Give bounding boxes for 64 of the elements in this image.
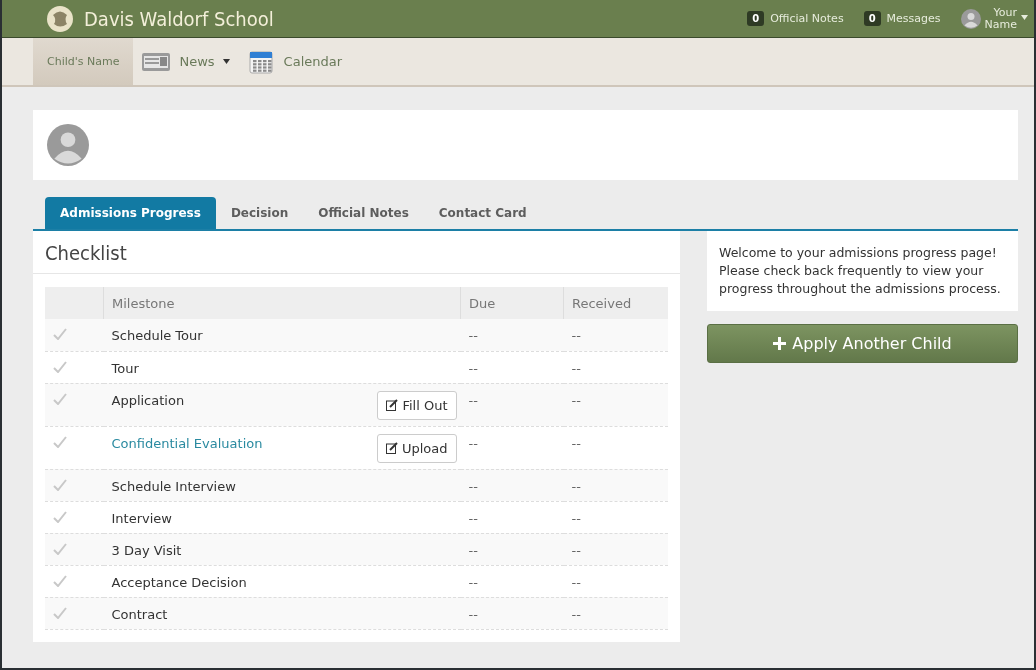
check-icon (53, 510, 67, 523)
count-badge: 0 (863, 11, 881, 26)
column-header: Received (563, 287, 668, 319)
check-icon (53, 542, 67, 555)
nav-item[interactable]: Calendar (237, 38, 351, 85)
welcome-message: Welcome to your admissions progress page! Please check back frequently to view your progress throughout the admissions process. (707, 231, 1018, 311)
received-date: -- (571, 478, 581, 494)
edit-icon (385, 442, 398, 454)
milestone-name: Contract (111, 606, 168, 622)
milestone-name: Acceptance Decision (111, 574, 247, 590)
due-date: -- (468, 328, 478, 343)
action-button[interactable]: Fill Out (377, 390, 457, 420)
due-date: -- (468, 435, 478, 451)
milestone-name: Schedule Tour (111, 328, 203, 343)
user-name[interactable]: Your Name (984, 6, 1017, 31)
check-icon (53, 328, 67, 340)
counter-label[interactable]: Messages (886, 12, 941, 25)
tab[interactable]: Decision (215, 197, 304, 229)
caret-icon[interactable] (222, 59, 230, 64)
nav-item[interactable]: News (133, 38, 238, 85)
logo-icon (46, 4, 74, 33)
received-date: -- (571, 360, 581, 376)
received-date: -- (571, 574, 581, 590)
column-header: Milestone (103, 287, 461, 319)
apply-button[interactable]: Apply Another Child (707, 324, 1018, 363)
check-icon (53, 392, 67, 405)
tab[interactable]: Contact Card (423, 197, 542, 229)
avatar-icon (47, 124, 89, 166)
received-date: -- (571, 510, 581, 526)
edit-icon (386, 399, 399, 411)
due-date: -- (468, 574, 478, 590)
plus-icon (773, 337, 787, 350)
received-date: -- (571, 392, 581, 408)
received-date: -- (571, 328, 581, 343)
counter-label[interactable]: Official Notes (770, 12, 844, 25)
milestone-name: 3 Day Visit (111, 542, 182, 558)
check-icon (53, 435, 67, 448)
due-date: -- (468, 510, 478, 526)
received-date: -- (571, 542, 581, 558)
due-date: -- (468, 360, 478, 376)
received-date: -- (571, 606, 581, 622)
tab[interactable]: Official Notes (303, 197, 424, 229)
received-date: -- (571, 435, 581, 451)
school-name: Davis Waldorf School (84, 6, 274, 31)
milestone-name: Tour (111, 360, 139, 376)
nav-item[interactable]: Child's Name (33, 38, 134, 85)
due-date: -- (468, 542, 478, 558)
check-icon (53, 478, 67, 491)
due-date: -- (468, 478, 478, 494)
due-date: -- (468, 606, 478, 622)
milestone-name: Interview (111, 510, 172, 526)
checklist-title: Checklist (33, 231, 680, 274)
tab[interactable]: Admissions Progress (45, 197, 216, 229)
check-icon (53, 606, 67, 619)
due-date: -- (468, 392, 478, 408)
count-badge: 0 (747, 11, 765, 26)
check-icon (53, 360, 67, 373)
check-icon (53, 574, 67, 587)
milestone-name: Application (111, 392, 185, 408)
action-button[interactable]: Upload (376, 433, 457, 463)
avatar-icon (960, 8, 981, 29)
column-header: Due (460, 287, 564, 319)
milestone-link[interactable]: Confidential Evaluation (111, 435, 263, 451)
milestone-name: Schedule Interview (111, 478, 236, 494)
